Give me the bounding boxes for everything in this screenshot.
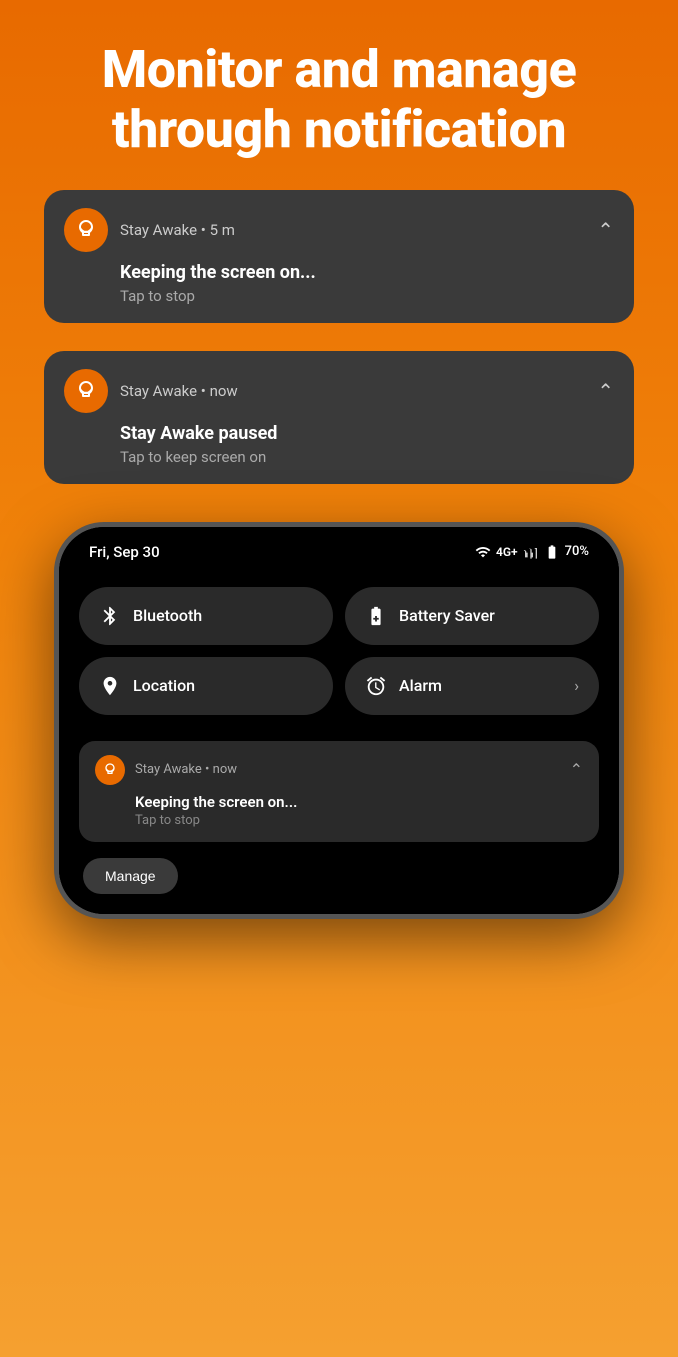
status-date: Fri, Sep 30 xyxy=(89,543,160,561)
phone-notif-subtitle: Tap to stop xyxy=(135,813,583,828)
tile-battery-saver-label: Battery Saver xyxy=(399,606,495,625)
notif-app-info-2: Stay Awake • now xyxy=(120,382,238,400)
notification-subtitle-1: Tap to stop xyxy=(120,287,614,305)
tile-alarm-label: Alarm xyxy=(399,676,442,695)
status-icons: 4G+ 70% xyxy=(475,544,589,560)
phone-notification-area: Stay Awake • now ⌃ Keeping the screen on… xyxy=(59,731,619,914)
notification-subtitle-2: Tap to keep screen on xyxy=(120,448,614,466)
battery-percent: 70% xyxy=(565,544,589,559)
tile-bluetooth-label: Bluetooth xyxy=(133,606,202,625)
phone-mockup: Fri, Sep 30 4G+ 70% Bluetooth xyxy=(54,522,624,919)
manage-button[interactable]: Manage xyxy=(83,858,178,894)
phone-notif-app-info: Stay Awake • now xyxy=(135,762,237,777)
battery-saver-tile-icon xyxy=(365,605,387,627)
bluetooth-tile-icon xyxy=(99,605,121,627)
notification-card-1: Stay Awake • 5 m ⌃ Keeping the screen on… xyxy=(44,190,634,323)
phone-notif-lightbulb-icon xyxy=(102,762,118,778)
notification-title-1: Keeping the screen on... xyxy=(120,262,614,283)
alarm-arrow-icon: › xyxy=(574,676,579,695)
alarm-tile-icon xyxy=(365,675,387,697)
tile-location[interactable]: Location xyxy=(79,657,333,715)
phone-frame: Fri, Sep 30 4G+ 70% Bluetooth xyxy=(54,522,624,919)
chevron-up-icon-2[interactable]: ⌃ xyxy=(597,379,614,403)
lightbulb-icon-2 xyxy=(74,379,98,403)
notification-header-left-1: Stay Awake • 5 m xyxy=(64,208,235,252)
notification-card-2: Stay Awake • now ⌃ Stay Awake paused Tap… xyxy=(44,351,634,484)
signal-icon xyxy=(523,544,539,560)
notif-icon-2 xyxy=(64,369,108,413)
notif-app-info-1: Stay Awake • 5 m xyxy=(120,221,235,239)
tile-bluetooth[interactable]: Bluetooth xyxy=(79,587,333,645)
chevron-up-icon-1[interactable]: ⌃ xyxy=(597,218,614,242)
tile-location-label: Location xyxy=(133,676,195,695)
phone-notif-title: Keeping the screen on... xyxy=(135,793,583,811)
signal-label: 4G+ xyxy=(496,545,518,559)
phone-notif-chevron-icon[interactable]: ⌃ xyxy=(570,760,583,779)
phone-notif-icon xyxy=(95,755,125,785)
hero-title: Monitor and manage through notification xyxy=(0,0,678,190)
location-tile-icon xyxy=(99,675,121,697)
notif-icon-1 xyxy=(64,208,108,252)
tile-alarm[interactable]: Alarm › xyxy=(345,657,599,715)
notification-header-2: Stay Awake • now ⌃ xyxy=(64,369,614,413)
notification-header-1: Stay Awake • 5 m ⌃ xyxy=(64,208,614,252)
battery-icon xyxy=(544,544,560,560)
wifi-icon xyxy=(475,544,491,560)
phone-screen: Fri, Sep 30 4G+ 70% Bluetooth xyxy=(59,527,619,914)
notification-title-2: Stay Awake paused xyxy=(120,423,614,444)
phone-notif-header: Stay Awake • now ⌃ xyxy=(95,755,583,785)
phone-notif-left: Stay Awake • now xyxy=(95,755,237,785)
tile-battery-saver[interactable]: Battery Saver xyxy=(345,587,599,645)
quick-tiles-grid: Bluetooth Battery Saver Location Alarm › xyxy=(59,571,619,731)
status-bar: Fri, Sep 30 4G+ 70% xyxy=(59,527,619,571)
phone-notif-card: Stay Awake • now ⌃ Keeping the screen on… xyxy=(79,741,599,842)
lightbulb-icon xyxy=(74,218,98,242)
notification-header-left-2: Stay Awake • now xyxy=(64,369,238,413)
